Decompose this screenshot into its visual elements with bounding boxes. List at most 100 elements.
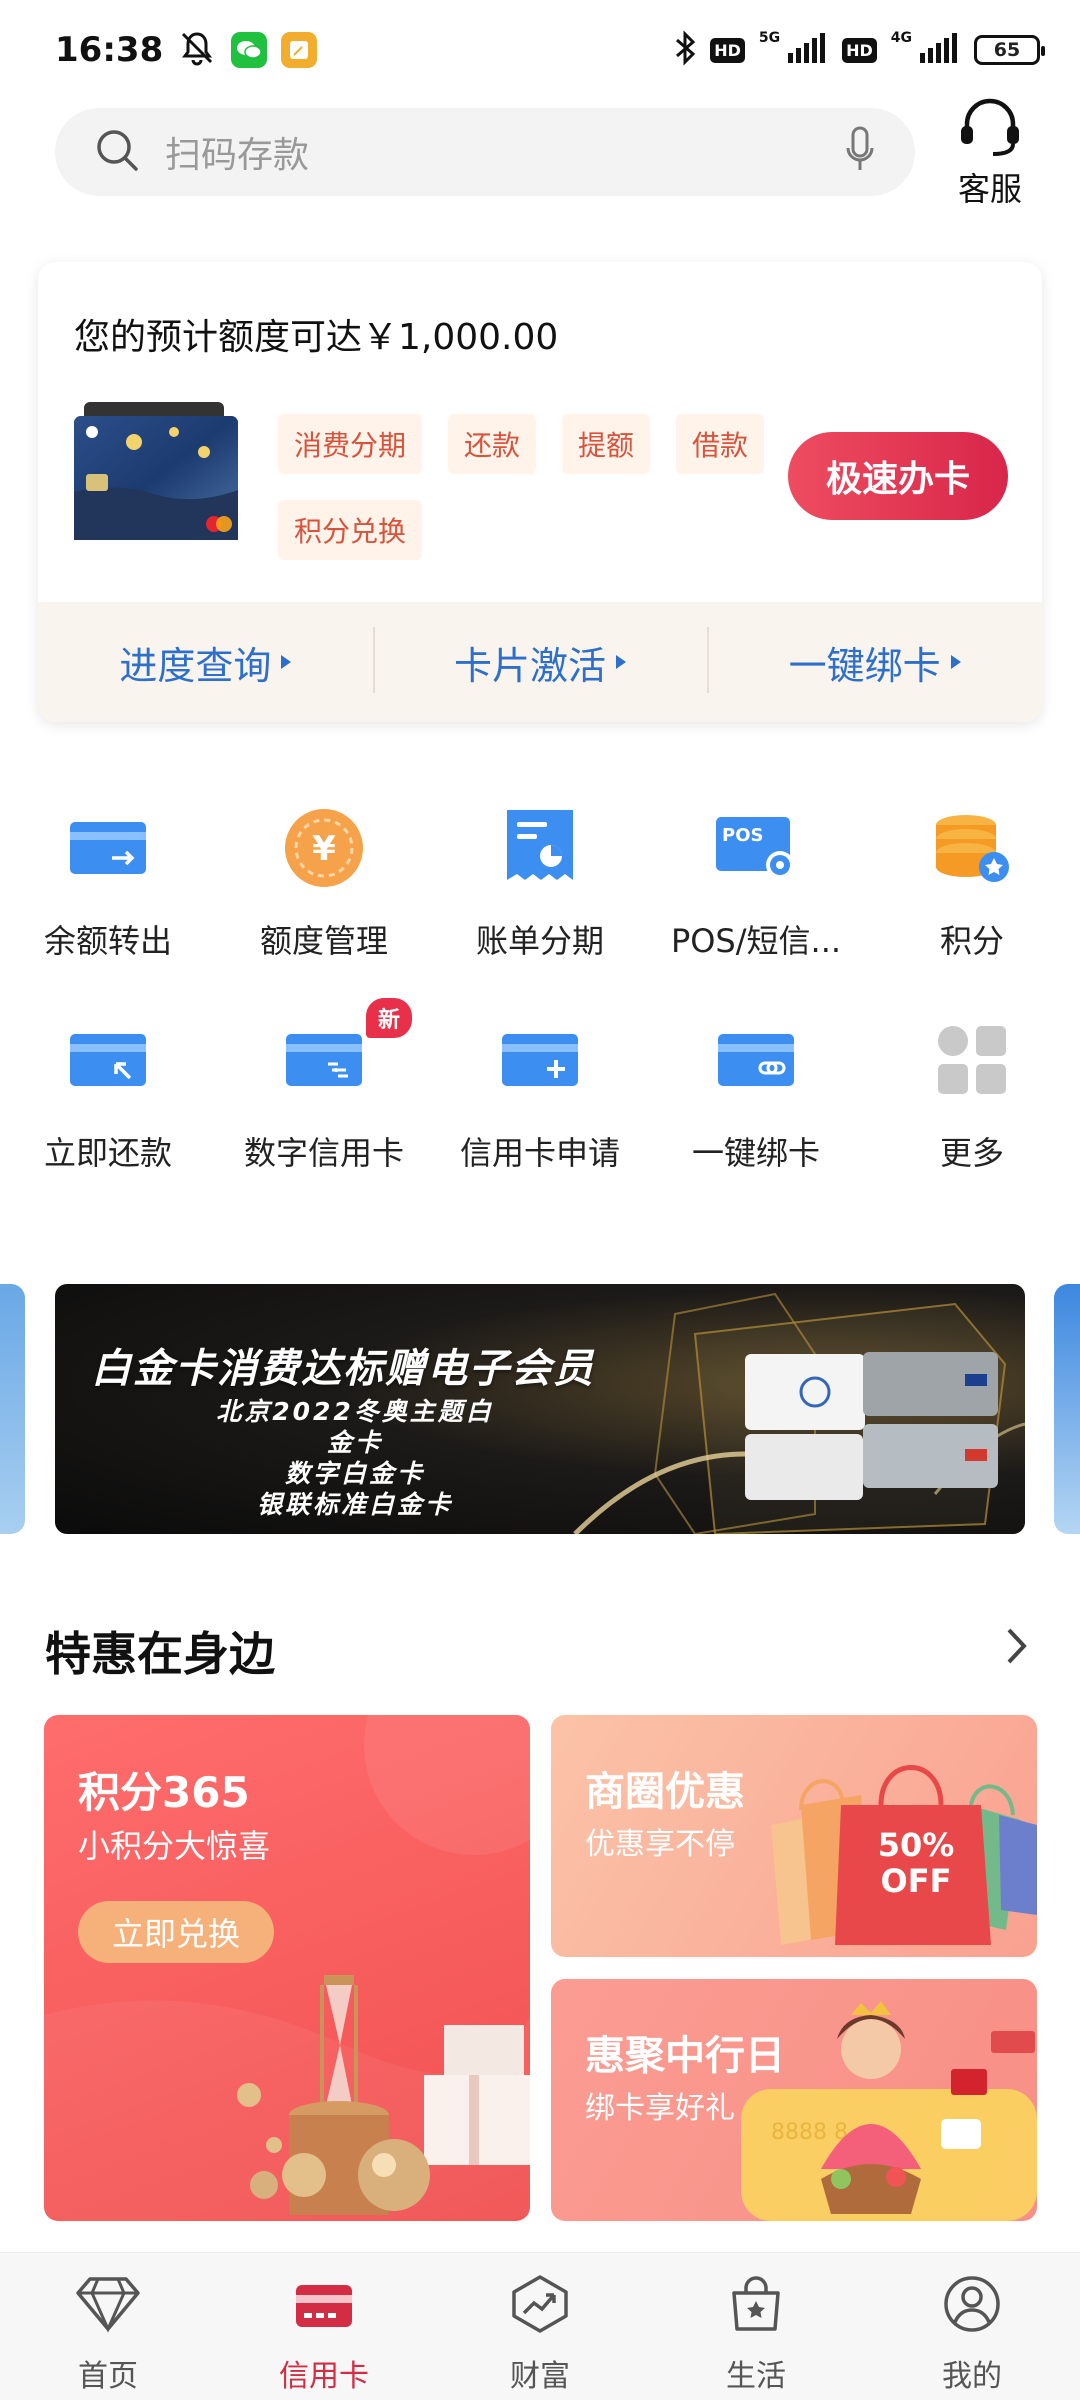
promo-banner-carousel[interactable]: 白金卡消费达标赠电子会员 北京2022冬奥主题白金卡 数字白金卡 银联标准白金卡 <box>0 1284 1080 1534</box>
tag-raise-limit[interactable]: 提额 <box>562 414 651 474</box>
nav-credit-card[interactable]: 信用卡 <box>216 2253 432 2400</box>
promo-shopping-district[interactable]: 50% OFF 商圈优惠 优惠享不停 <box>551 1715 1037 1957</box>
digital-card-icon <box>276 1012 372 1108</box>
customer-service-label: 客服 <box>957 170 1022 208</box>
search-icon <box>95 128 139 176</box>
nav-wealth-label: 财富 <box>510 2359 570 2394</box>
bottom-navigation: 首页 信用卡 财富 生活 我的 <box>0 2252 1080 2400</box>
func-bind-card[interactable]: 一键绑卡 <box>648 1012 864 1174</box>
promo-bank-day[interactable]: 8888 8 惠聚中行日 绑卡享好礼 <box>551 1979 1037 2221</box>
discount-percent: 50% <box>877 1826 955 1864</box>
banner-title: 白金卡消费达标赠电子会员 <box>91 1346 595 1392</box>
nav-mine[interactable]: 我的 <box>864 2253 1080 2400</box>
promo-shopping-subtitle: 优惠享不停 <box>585 1827 735 1862</box>
func-limit-management[interactable]: ¥ 额度管理 <box>216 800 432 962</box>
mute-icon <box>177 28 217 72</box>
svg-text:POS: POS <box>722 825 763 846</box>
func-digital-card[interactable]: 新 数字信用卡 <box>216 998 432 1174</box>
func-label: 余额转出 <box>43 922 172 960</box>
diamond-icon <box>76 2275 140 2337</box>
estimated-limit-title: 您的预计额度可达￥1,000.00 <box>74 317 559 358</box>
customer-service-button[interactable]: 客服 <box>950 96 1030 210</box>
banner-line: 数字白金卡 <box>284 1459 425 1488</box>
nav-life[interactable]: 生活 <box>648 2253 864 2400</box>
func-pos-sms[interactable]: POS POS/短信... <box>648 800 864 962</box>
promo-points-subtitle: 小积分大惊喜 <box>78 1827 271 1865</box>
func-bill-installment[interactable]: 账单分期 <box>432 800 648 962</box>
repay-icon <box>60 1012 156 1108</box>
func-repay-now[interactable]: 立即还款 <box>0 1012 216 1174</box>
card-links-bar: 进度查询 卡片激活 一键绑卡 <box>38 602 1042 722</box>
card-activation-label: 卡片激活 <box>454 643 607 688</box>
tag-points-exchange[interactable]: 积分兑换 <box>278 500 423 560</box>
func-balance-transfer[interactable]: 余额转出 <box>0 800 216 962</box>
signal-icon <box>788 33 828 67</box>
banner-line: 北京2022冬奥主题白金卡 <box>216 1397 494 1457</box>
svg-text:8888 8: 8888 8 <box>771 2120 848 2145</box>
limit-yuan-icon: ¥ <box>276 800 372 896</box>
func-label: 积分 <box>939 922 1004 960</box>
svg-text:¥: ¥ <box>312 829 336 869</box>
bluetooth-icon <box>674 30 696 70</box>
section-title: 特惠在身边 <box>45 1627 275 1681</box>
func-label: 一键绑卡 <box>691 1134 820 1172</box>
nav-wealth[interactable]: 财富 <box>432 2253 648 2400</box>
bind-card-link[interactable]: 一键绑卡 <box>707 626 1042 693</box>
credit-card-summary: 您的预计额度可达￥1,000.00 消费分期 还款 提额 借款 积分兑换 极速办… <box>38 262 1042 722</box>
nav-credit-card-label: 信用卡 <box>279 2359 369 2394</box>
nav-mine-label: 我的 <box>942 2359 1002 2394</box>
bind-card-icon <box>708 1012 804 1108</box>
redeem-now-button[interactable]: 立即兑换 <box>78 1901 274 1963</box>
promo-bank-day-subtitle: 绑卡享好礼 <box>585 2091 735 2126</box>
new-badge: 新 <box>366 998 413 1038</box>
wealth-chart-icon <box>510 2275 570 2337</box>
card-quick-tags: 消费分期 还款 提额 借款 积分兑换 <box>278 414 778 560</box>
pos-icon: POS <box>708 800 804 896</box>
func-label: 额度管理 <box>259 922 388 960</box>
nav-home[interactable]: 首页 <box>0 2253 216 2400</box>
shopping-bag-star-icon <box>728 2275 784 2337</box>
microphone-icon[interactable] <box>845 126 875 178</box>
func-label: POS/短信... <box>670 922 842 960</box>
quick-apply-button[interactable]: 极速办卡 <box>788 432 1008 520</box>
chevron-right-icon[interactable] <box>1004 1626 1030 1670</box>
func-label: 账单分期 <box>475 922 604 960</box>
promo-points-title: 积分365 <box>78 1768 250 1817</box>
func-card-apply[interactable]: 信用卡申请 <box>432 1012 648 1174</box>
function-grid: 余额转出 ¥ 额度管理 账单分期 POS POS/短信... 积分 立即还款 新 <box>0 800 1080 1174</box>
credit-card-icon <box>294 2275 354 2337</box>
battery-indicator: 65 <box>974 35 1045 65</box>
progress-query-link[interactable]: 进度查询 <box>38 635 373 690</box>
card-apply-icon <box>492 1012 588 1108</box>
search-placeholder[interactable]: 扫码存款 <box>165 126 845 178</box>
hd-badge: HD <box>710 37 745 63</box>
more-grid-icon <box>924 1012 1020 1108</box>
hd-badge-2: HD <box>842 37 877 63</box>
credit-card-image <box>74 402 242 540</box>
func-label: 立即还款 <box>43 1134 172 1172</box>
search-bar[interactable]: 扫码存款 <box>55 108 915 196</box>
func-more[interactable]: 更多 <box>864 1012 1080 1174</box>
discount-tag: 50% OFF <box>851 1827 981 1899</box>
tag-repayment[interactable]: 还款 <box>448 414 537 474</box>
discount-off: OFF <box>880 1862 952 1900</box>
triangle-right-icon <box>616 655 627 669</box>
network-label: 5G <box>758 30 781 46</box>
tag-borrow[interactable]: 借款 <box>676 414 765 474</box>
user-profile-icon <box>942 2275 1002 2337</box>
points-coins-icon <box>924 800 1020 896</box>
banner-decoration <box>573 1292 1025 1534</box>
promo-points-365[interactable]: 积分365 小积分大惊喜 立即兑换 <box>44 1715 530 2221</box>
card-activation-link[interactable]: 卡片激活 <box>372 626 708 693</box>
network-label-2: 4G <box>890 30 912 46</box>
transfer-out-icon <box>60 800 156 896</box>
bind-card-label: 一键绑卡 <box>788 643 941 688</box>
tag-consumer-installment[interactable]: 消费分期 <box>278 414 423 474</box>
platinum-card-banner[interactable]: 白金卡消费达标赠电子会员 北京2022冬奥主题白金卡 数字白金卡 银联标准白金卡 <box>55 1284 1025 1534</box>
banner-prev-peek <box>0 1284 25 1534</box>
promo-shopping-title: 商圈优惠 <box>585 1769 745 1815</box>
nav-life-label: 生活 <box>726 2359 786 2394</box>
func-points[interactable]: 积分 <box>864 800 1080 962</box>
nav-home-label: 首页 <box>78 2359 138 2394</box>
signal-icon-2 <box>920 33 960 67</box>
